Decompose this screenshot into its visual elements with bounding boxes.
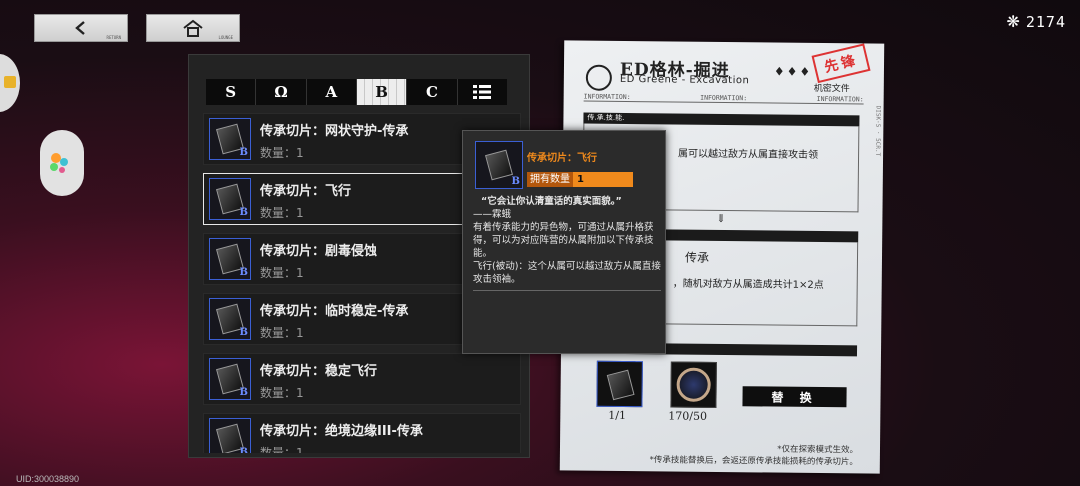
slice-thumbnail: B xyxy=(209,358,251,400)
slice-thumbnail: B xyxy=(209,418,251,453)
tab-b[interactable]: B xyxy=(356,79,408,105)
item-name: 传承切片：飞行 xyxy=(260,184,352,199)
info-line: INFORMATION: INFORMATION: INFORMATION: xyxy=(583,92,864,105)
item-name: 传承切片：剧毒侵蚀 xyxy=(260,244,378,259)
item-count: 数量：1 xyxy=(260,266,304,280)
tab-s[interactable]: S xyxy=(206,79,257,105)
item-name: 传承切片：网状守护-传承 xyxy=(260,124,409,139)
currency-display: ❋ 2174 xyxy=(1006,12,1066,31)
tooltip-quote: “它会让你认清童话的真实面貌。” xyxy=(481,196,622,207)
new-skill-text: ，随机对敌方从属造成共计1×2点 xyxy=(672,278,824,292)
back-button[interactable]: RETURN xyxy=(34,14,128,42)
owned-value: 1 xyxy=(573,172,633,187)
home-icon xyxy=(183,19,203,37)
back-arrow-icon xyxy=(75,21,85,35)
tooltip-thumbnail: B xyxy=(475,141,523,189)
crystal-icon: ❋ xyxy=(1006,12,1020,31)
owned-count: 拥有数量 1 xyxy=(527,172,633,187)
tooltip-title: 传承切片：飞行 xyxy=(527,153,597,164)
gamepad-icon xyxy=(50,153,68,173)
replace-button[interactable]: 替 换 xyxy=(742,386,847,408)
tab-omega[interactable]: Ω xyxy=(256,79,307,105)
down-arrow-icon: ⇓ xyxy=(716,211,726,226)
item-name: 传承切片：临时稳定-传承 xyxy=(260,304,409,319)
side-bubble-game[interactable] xyxy=(40,130,84,196)
slice-thumbnail: B xyxy=(209,118,251,160)
home-button[interactable]: LOUNGE xyxy=(146,14,240,42)
note-refund: *传承技能替换后，会返还原传承技能损耗的传承切片。 xyxy=(649,455,858,468)
tooltip-desc2: 飞行(被动)：这个从属可以越过敌方从属直接攻击领袖。 xyxy=(473,261,661,285)
item-count: 数量：1 xyxy=(260,386,304,400)
pin-icons: ♦♦♦ xyxy=(773,64,813,79)
back-small-label: RETURN xyxy=(106,35,121,40)
side-bubble-top[interactable] xyxy=(0,54,20,112)
list-icon xyxy=(473,85,492,99)
new-skill-title: 传承 xyxy=(684,250,710,265)
tab-list[interactable] xyxy=(458,79,507,105)
item-count: 数量：1 xyxy=(260,146,304,160)
owned-label: 拥有数量 xyxy=(527,172,573,187)
home-small-label: LOUNGE xyxy=(218,35,233,40)
note-explore-only: *仅在探索模式生效。 xyxy=(777,444,859,456)
item-name: 传承切片：稳定飞行 xyxy=(260,364,378,379)
slice-cost-slot xyxy=(596,360,643,408)
rank-tab-bar: S Ω A B C xyxy=(206,79,507,105)
confidential-label: 机密文件 xyxy=(813,83,850,95)
tooltip-author: ——霖蛾 xyxy=(473,209,512,220)
side-code: DISK-S · 5CR.T xyxy=(874,105,882,157)
slice-thumbnail: B xyxy=(209,238,251,280)
currency-value: 2174 xyxy=(1025,12,1066,31)
tab-a[interactable]: A xyxy=(307,79,357,105)
item-count: 数量：1 xyxy=(260,446,304,453)
doc-subtitle: ED Greene - Excavation xyxy=(619,73,750,87)
uid-label: UID:300038890 xyxy=(16,474,80,484)
item-count: 数量：1 xyxy=(260,206,304,220)
slice-tooltip: B 传承切片：飞行 拥有数量 1 “它会让你认清童话的真实面貌。” ——霖蛾 有… xyxy=(462,130,666,354)
crystal-cost-label: 170/50 xyxy=(668,409,708,423)
tooltip-desc1: 有着传承能力的异色物，可通过从属升格获得，可以为对应阵营的从属附加以下传承技能。 xyxy=(473,222,654,259)
faction-logo-icon xyxy=(585,64,613,91)
crystal-cost-slot xyxy=(670,361,717,408)
item-count: 数量：1 xyxy=(260,326,304,340)
tooltip-description: “它会让你认清童话的真实面貌。” ——霖蛾 有着传承能力的异色物，可通过从属升格… xyxy=(473,195,661,291)
slice-thumbnail: B xyxy=(209,298,251,340)
list-item[interactable]: B 传承切片：稳定飞行 数量：1 xyxy=(203,353,521,405)
item-name: 传承切片：绝境边缘III-传承 xyxy=(260,424,423,439)
tab-c[interactable]: C xyxy=(407,79,458,105)
slice-cost-label: 1/1 xyxy=(608,408,627,423)
vanguard-stamp: 先锋 xyxy=(811,43,871,84)
list-item[interactable]: B 传承切片：绝境边缘III-传承 数量：1 xyxy=(203,413,521,453)
slice-thumbnail: B xyxy=(209,178,251,220)
